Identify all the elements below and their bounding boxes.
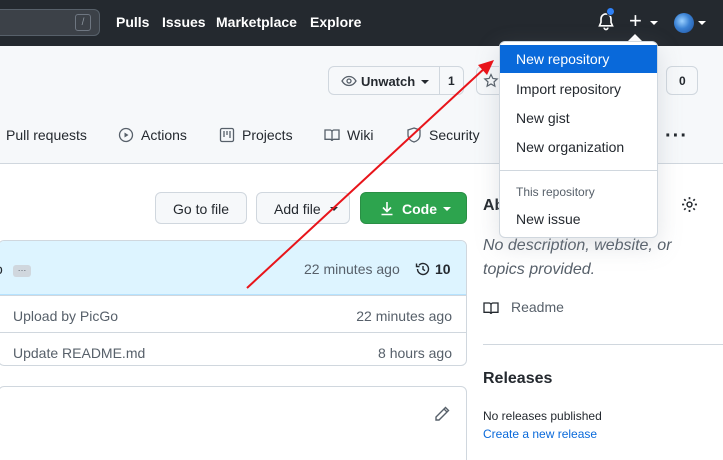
tab-security[interactable]: Security <box>429 127 480 143</box>
edit-pencil-icon[interactable] <box>434 406 450 422</box>
menu-item-label: New organization <box>516 139 625 155</box>
code-button[interactable]: Code <box>360 192 467 224</box>
gear-icon[interactable] <box>681 196 698 213</box>
star-icon <box>483 73 499 88</box>
readme-book-icon <box>483 302 499 315</box>
commit-message[interactable]: Update README.md <box>13 345 145 361</box>
unwatch-button[interactable]: Unwatch 1 <box>328 66 464 95</box>
tab-projects[interactable]: Projects <box>242 127 293 143</box>
nav-pulls[interactable]: Pulls <box>116 14 149 30</box>
create-new-plus-icon[interactable]: + <box>629 10 642 32</box>
commit-ellipsis-button[interactable]: … <box>13 264 31 277</box>
table-row[interactable]: Upload by PicGo 22 minutes ago <box>0 295 466 332</box>
nav-marketplace[interactable]: Marketplace <box>216 14 297 30</box>
menu-item-new-issue[interactable]: New issue <box>500 205 657 233</box>
notification-dot <box>606 7 615 16</box>
global-header: / Pulls Issues Marketplace Explore + <box>0 0 723 46</box>
code-caret-icon <box>443 207 451 211</box>
repo-description: No description, website, or topics provi… <box>483 237 672 278</box>
tab-actions[interactable]: Actions <box>141 127 187 143</box>
releases-heading[interactable]: Releases <box>483 370 552 388</box>
commit-author-fragment: o <box>0 261 3 277</box>
unwatch-divider <box>439 67 440 94</box>
search-shortcut-key: / <box>75 14 91 31</box>
sidebar-divider <box>483 344 723 345</box>
add-file-label: Add file <box>274 201 321 217</box>
fork-count: 0 <box>679 74 686 88</box>
eye-icon <box>341 75 357 87</box>
create-menu-caret-icon[interactable] <box>650 21 658 25</box>
menu-item-new-organization[interactable]: New organization <box>500 133 657 161</box>
projects-icon <box>219 127 235 143</box>
add-file-button[interactable]: Add file <box>256 192 350 224</box>
commit-time: 22 minutes ago <box>356 308 452 324</box>
unwatch-caret-icon <box>421 80 429 84</box>
readme-link[interactable]: Readme <box>511 299 564 315</box>
nav-explore[interactable]: Explore <box>310 14 361 30</box>
tab-wiki[interactable]: Wiki <box>347 127 373 143</box>
menu-item-label: New issue <box>516 211 581 227</box>
fork-count-button[interactable]: 0 <box>666 66 698 95</box>
menu-item-label: New repository <box>516 51 610 67</box>
dropdown-pointer <box>628 34 642 41</box>
create-new-dropdown: New repository Import repository New gis… <box>499 41 658 238</box>
menu-item-label: Import repository <box>516 81 622 97</box>
download-icon <box>381 202 393 216</box>
create-release-link[interactable]: Create a new release <box>483 427 597 441</box>
no-releases-text: No releases published <box>483 409 602 423</box>
menu-item-label: New gist <box>516 110 570 126</box>
menu-item-new-gist[interactable]: New gist <box>500 104 657 132</box>
commit-time: 8 hours ago <box>378 345 452 361</box>
add-file-caret-icon <box>330 207 338 211</box>
menu-section-header: This repository <box>516 185 595 199</box>
user-avatar[interactable] <box>674 13 694 33</box>
search-input[interactable]: / <box>0 9 100 36</box>
latest-commit-bar: o … 22 minutes ago 10 <box>0 241 466 295</box>
actions-icon <box>118 127 134 143</box>
nav-issues[interactable]: Issues <box>162 14 206 30</box>
menu-item-new-repository[interactable]: New repository <box>500 45 657 73</box>
go-to-file-button[interactable]: Go to file <box>155 192 247 224</box>
code-label: Code <box>402 201 437 217</box>
wiki-book-icon <box>324 129 340 142</box>
table-row[interactable]: Update README.md 8 hours ago <box>0 332 466 365</box>
watch-count: 1 <box>448 74 455 88</box>
file-list: o … 22 minutes ago 10 Upload by PicGo 22… <box>0 240 467 366</box>
commit-count[interactable]: 10 <box>435 261 451 277</box>
readme-panel <box>0 386 467 460</box>
security-shield-icon <box>407 127 421 143</box>
menu-divider <box>500 170 657 171</box>
more-tabs-kebab[interactable]: ··· <box>665 125 688 148</box>
menu-item-import-repository[interactable]: Import repository <box>500 75 657 103</box>
commit-message[interactable]: Upload by PicGo <box>13 308 118 324</box>
unwatch-label: Unwatch <box>361 74 416 89</box>
tab-pull-requests[interactable]: Pull requests <box>6 127 87 143</box>
go-to-file-label: Go to file <box>173 201 230 217</box>
history-clock-icon <box>415 262 430 276</box>
user-menu-caret-icon[interactable] <box>698 21 706 25</box>
latest-commit-time[interactable]: 22 minutes ago <box>304 261 400 277</box>
